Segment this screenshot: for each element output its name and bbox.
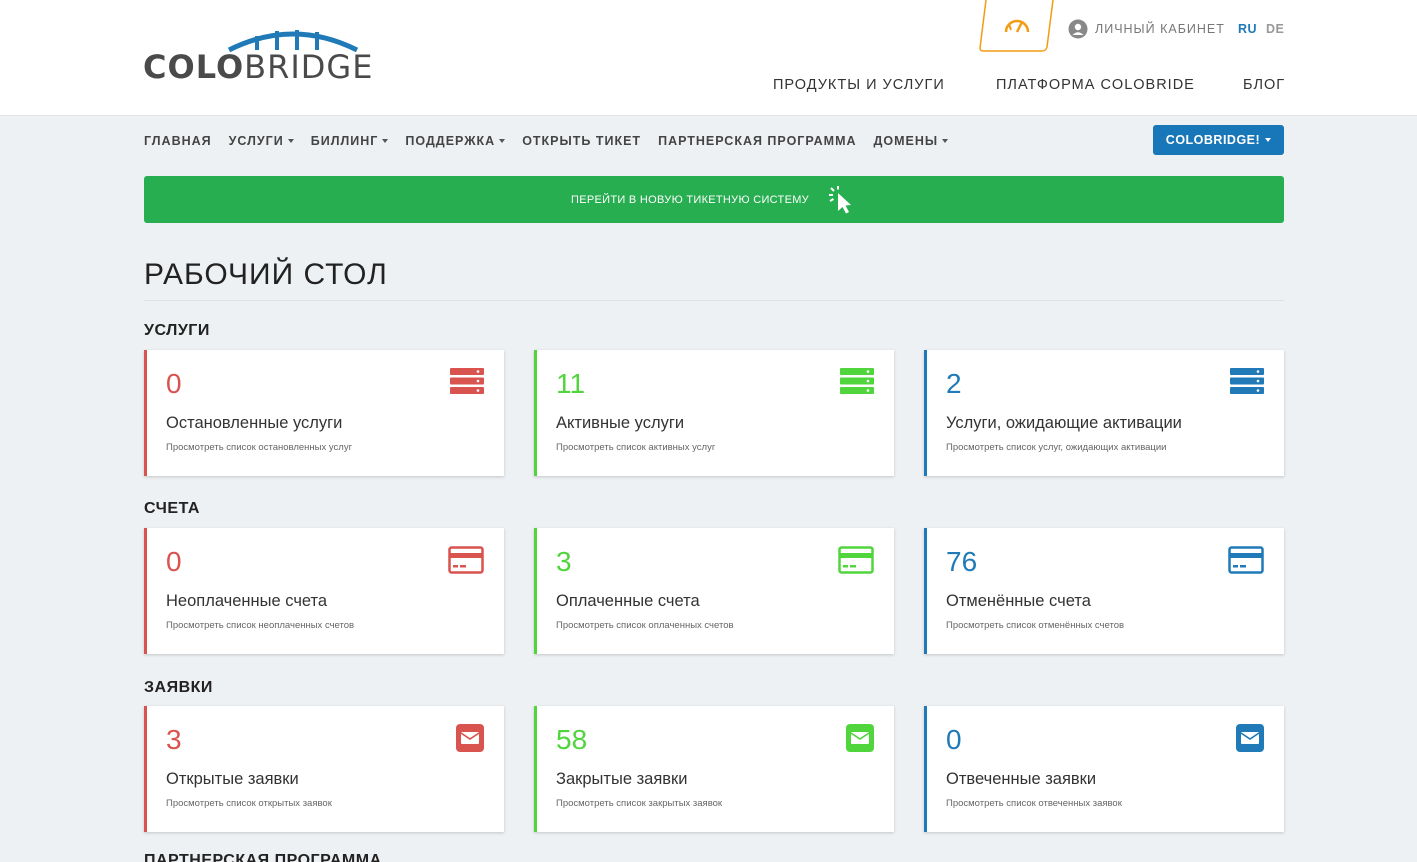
envelope-icon	[846, 724, 874, 752]
caret-down-icon	[499, 139, 506, 143]
site-header: COLOBRIDGE ЛИЧНЫЙ КАБИНЕТ RU DE ПРОДУКТЫ…	[0, 0, 1417, 116]
envelope-icon	[456, 724, 484, 752]
section-title-invoices: СЧЕТА	[144, 500, 200, 517]
account-link[interactable]: ЛИЧНЫЙ КАБИНЕТ	[1068, 18, 1225, 40]
nav-platform[interactable]: ПЛАТФОРМА COLOBRIDE	[996, 77, 1195, 93]
card-sub: Просмотреть список закрытых заявок	[556, 798, 723, 809]
logo-wordmark: COLOBRIDGE	[143, 48, 374, 86]
card-accent	[924, 528, 927, 654]
card-accent	[144, 528, 147, 654]
card-label: Отвеченные заявки	[946, 770, 1097, 788]
card-unpaid-invoices[interactable]: 0 Неоплаченные счета Просмотреть список …	[144, 528, 504, 654]
card-closed-tickets[interactable]: 58 Закрытые заявки Просмотреть список за…	[534, 706, 894, 832]
server-icon	[1230, 368, 1264, 394]
client-nav: ГЛАВНАЯ УСЛУГИ БИЛЛИНГ ПОДДЕРЖКА ОТКРЫТЬ…	[144, 132, 949, 150]
card-accent	[144, 350, 147, 476]
speedtest-tab[interactable]	[978, 0, 1054, 52]
section-title-partner: ПАРТНЕРСКАЯ ПРОГРАММА	[144, 852, 382, 862]
nav-products[interactable]: ПРОДУКТЫ И УСЛУГИ	[773, 77, 945, 93]
server-icon	[840, 368, 874, 394]
section-title-tickets: ЗАЯВКИ	[144, 679, 213, 696]
caret-down-icon	[382, 139, 389, 143]
card-sub: Просмотреть список отменённых счетов	[946, 620, 1125, 631]
card-sub: Просмотреть список активных услуг	[556, 442, 716, 453]
subnav-partner[interactable]: ПАРТНЕРСКАЯ ПРОГРАММА	[658, 132, 856, 150]
title-divider	[144, 300, 1284, 301]
card-stopped-services[interactable]: 0 Остановленные услуги Просмотреть списо…	[144, 350, 504, 476]
card-pending-services[interactable]: 2 Услуги, ожидающие активации Просмотрет…	[924, 350, 1284, 476]
card-label: Оплаченные счета	[556, 592, 700, 610]
card-accent	[924, 350, 927, 476]
caret-down-icon	[942, 139, 949, 143]
section-title-services: УСЛУГИ	[144, 322, 210, 339]
subnav-services[interactable]: УСЛУГИ	[229, 132, 294, 150]
card-accent	[534, 706, 537, 832]
subnav-billing[interactable]: БИЛЛИНГ	[311, 132, 389, 150]
card-label: Услуги, ожидающие активации	[946, 414, 1182, 432]
card-sub: Просмотреть список неоплаченных счетов	[166, 620, 355, 631]
credit-card-icon	[838, 546, 874, 574]
subnav-support[interactable]: ПОДДЕРЖКА	[405, 132, 506, 150]
colobridge-logo[interactable]: COLOBRIDGE	[143, 26, 372, 88]
account-menu-button[interactable]: COLOBRIDGE!	[1153, 125, 1284, 155]
account-label: ЛИЧНЫЙ КАБИНЕТ	[1095, 22, 1225, 36]
caret-down-icon	[1265, 138, 1272, 142]
card-paid-invoices[interactable]: 3 Оплаченные счета Просмотреть список оп…	[534, 528, 894, 654]
card-sub: Просмотреть список остановленных услуг	[166, 442, 353, 453]
subnav-home[interactable]: ГЛАВНАЯ	[144, 132, 212, 150]
card-sub: Просмотреть список отвеченных заявок	[946, 798, 1122, 809]
card-value: 0	[166, 546, 182, 577]
card-answered-tickets[interactable]: 0 Отвеченные заявки Просмотреть список о…	[924, 706, 1284, 832]
envelope-icon	[1236, 724, 1264, 752]
credit-card-icon	[448, 546, 484, 574]
subnav-domains[interactable]: ДОМЕНЫ	[874, 132, 949, 150]
card-sub: Просмотреть список оплаченных счетов	[556, 620, 734, 631]
card-value: 11	[556, 368, 586, 399]
credit-card-icon	[1228, 546, 1264, 574]
new-ticket-system-banner[interactable]: ПЕРЕЙТИ В НОВУЮ ТИКЕТНУЮ СИСТЕМУ	[144, 176, 1284, 223]
card-accent	[144, 706, 147, 832]
card-label: Открытые заявки	[166, 770, 299, 788]
card-label: Неоплаченные счета	[166, 592, 328, 610]
card-label: Отменённые счета	[946, 592, 1091, 610]
card-sub: Просмотреть список услуг, ожидающих акти…	[946, 442, 1167, 453]
card-accent	[534, 528, 537, 654]
server-icon	[450, 368, 484, 394]
card-value: 0	[166, 368, 182, 399]
card-label: Закрытые заявки	[556, 770, 688, 788]
card-value: 3	[556, 546, 572, 577]
card-accent	[924, 706, 927, 832]
card-cancelled-invoices[interactable]: 76 Отменённые счета Просмотреть список о…	[924, 528, 1284, 654]
user-icon	[1068, 19, 1088, 39]
card-open-tickets[interactable]: 3 Открытые заявки Просмотреть список отк…	[144, 706, 504, 832]
subnav-open-ticket[interactable]: ОТКРЫТЬ ТИКЕТ	[522, 132, 641, 150]
card-active-services[interactable]: 11 Активные услуги Просмотреть список ак…	[534, 350, 894, 476]
click-pointer-icon	[828, 185, 851, 213]
nav-blog[interactable]: БЛОГ	[1243, 77, 1285, 93]
speedometer-icon	[1004, 19, 1030, 33]
card-value: 2	[946, 368, 962, 399]
card-value: 58	[556, 724, 588, 755]
card-value: 3	[166, 724, 182, 755]
card-sub: Просмотреть список открытых заявок	[166, 798, 332, 809]
page-title: РАБОЧИЙ СТОЛ	[144, 258, 388, 291]
card-value: 76	[946, 546, 978, 577]
caret-down-icon	[287, 139, 294, 143]
lang-ru[interactable]: RU	[1238, 22, 1257, 36]
card-label: Активные услуги	[556, 414, 685, 432]
card-accent	[534, 350, 537, 476]
card-label: Остановленные услуги	[166, 414, 343, 432]
banner-text: ПЕРЕЙТИ В НОВУЮ ТИКЕТНУЮ СИСТЕМУ	[571, 193, 809, 206]
lang-de[interactable]: DE	[1266, 22, 1284, 36]
card-value: 0	[946, 724, 962, 755]
